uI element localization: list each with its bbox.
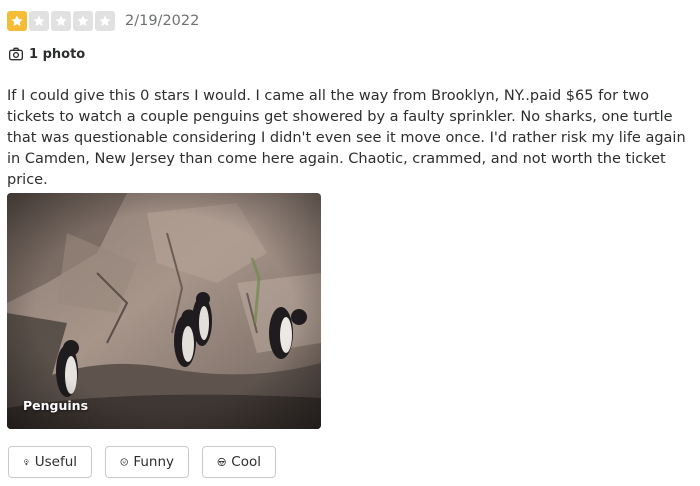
photo-caption: Penguins xyxy=(23,398,89,413)
useful-button[interactable]: Useful xyxy=(8,446,92,478)
cool-label: Cool xyxy=(231,454,261,470)
reaction-buttons: Useful Funny Cool xyxy=(8,446,289,478)
photo-count-link[interactable]: 1 photo xyxy=(8,44,85,64)
review-text: If I could give this 0 stars I would. I … xyxy=(7,88,686,188)
sunglasses-icon xyxy=(217,457,226,467)
star-icon-empty xyxy=(95,11,115,31)
lightbulb-icon xyxy=(24,459,29,466)
cool-button[interactable]: Cool xyxy=(202,446,276,478)
funny-label: Funny xyxy=(133,454,174,470)
star-icon-empty xyxy=(73,11,93,31)
review-photo[interactable]: Penguins xyxy=(7,193,321,429)
camera-icon xyxy=(9,47,23,61)
star-rating xyxy=(7,11,115,31)
penguins-photo-image xyxy=(7,193,321,429)
star-icon-empty xyxy=(29,11,49,31)
star-icon-empty xyxy=(51,11,71,31)
star-icon-filled xyxy=(7,11,27,31)
photo-count-label: 1 photo xyxy=(29,46,86,62)
review-date: 2/19/2022 xyxy=(125,13,200,29)
funny-button[interactable]: Funny xyxy=(105,446,189,478)
rating-row: 2/19/2022 xyxy=(7,11,199,31)
smile-icon xyxy=(120,458,128,466)
useful-label: Useful xyxy=(34,454,77,470)
